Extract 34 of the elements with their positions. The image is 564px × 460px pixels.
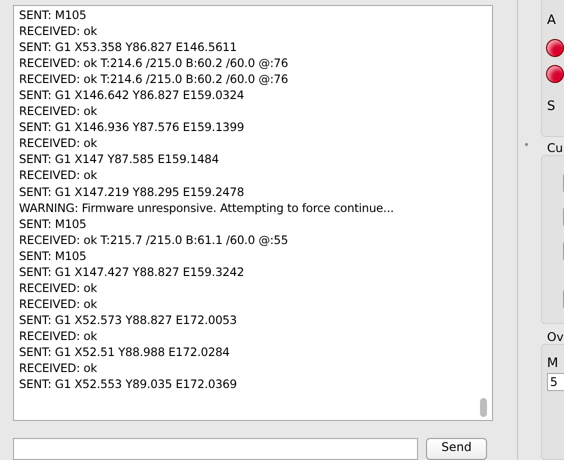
log-line: RECEIVED: ok T:214.6 /215.0 B:60.2 /60.0 @:76 [19, 71, 288, 88]
log-line: SENT: G1 X146.642 Y86.827 E159.0324 [19, 87, 244, 104]
log-line: RECEIVED: ok [19, 103, 98, 120]
log-line: SENT: G1 X52.51 Y88.988 E172.0284 [19, 344, 230, 360]
group-title: Ov [547, 330, 564, 344]
log-line: SENT: G1 X146.936 Y87.576 E159.1399 [19, 119, 244, 136]
command-field[interactable] [13, 438, 418, 460]
log-line: SENT: M105 [19, 7, 86, 24]
group-title: Cu [547, 141, 564, 156]
log-line: SENT: G1 X53.358 Y86.827 E146.5611 [19, 39, 237, 56]
log-line: SENT: G1 X52.553 Y89.035 E172.0369 [19, 376, 237, 392]
log-line: RECEIVED: ok T:215.7 /215.0 B:61.1 /60.0 @:55 [19, 232, 288, 248]
log-line: RECEIVED: ok [19, 360, 98, 376]
log-line: SENT: G1 X147.427 Y88.827 E159.3242 [19, 264, 244, 280]
scrollbar-thumb[interactable] [480, 398, 487, 417]
log-line: SENT: M105 [19, 248, 86, 264]
log-line: RECEIVED: ok [19, 135, 98, 152]
panel-label: A [547, 12, 557, 30]
log-line: RECEIVED: ok [19, 280, 98, 296]
log-line: RECEIVED: ok [19, 328, 98, 344]
field-label: M [547, 355, 560, 374]
splitter-grip[interactable] [525, 143, 528, 146]
log-line: RECEIVED: ok T:214.6 /215.0 B:60.2 /60.0 @:76 [19, 55, 288, 72]
log-line: SENT: G1 X147.219 Y88.295 E159.2478 [19, 184, 244, 200]
override-field[interactable]: 5 [547, 373, 564, 392]
log-line: RECEIVED: ok [19, 296, 98, 312]
log-line: SENT: G1 X147 Y87.585 E159.1484 [19, 151, 219, 168]
log-line: WARNING: Firmware unresponsive. Attempting to force continue... [19, 200, 394, 216]
log-line: SENT: G1 X52.573 Y88.827 E172.0053 [19, 312, 237, 328]
send-button[interactable]: Send [426, 438, 487, 460]
log-line: RECEIVED: ok [19, 23, 98, 40]
log-line: SENT: M105 [19, 216, 86, 232]
log-line: RECEIVED: ok [19, 167, 98, 184]
panel-label: S [547, 98, 556, 116]
